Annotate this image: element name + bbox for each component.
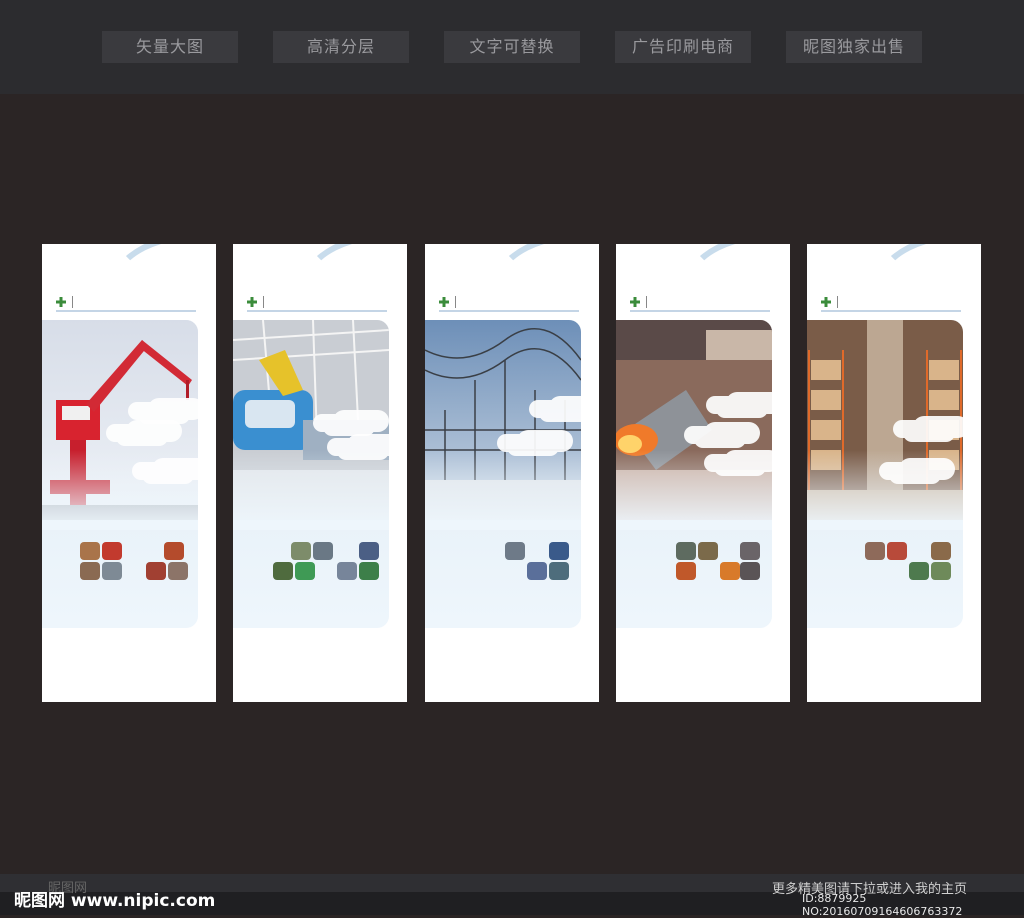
text-cloud [323,418,375,436]
text-cloud [889,466,941,484]
tag-print: 广告印刷电商 [615,31,751,63]
cross-logo-icon [439,297,449,307]
tag-layers: 高清分层 [273,31,409,63]
watermark-footer: 昵图网 昵图网 www.nipic.com 更多精美图请下拉或进入我的主页 ID… [0,874,1024,918]
photo-card [807,320,963,628]
tag-exclusive: 昵图独家出售 [786,31,922,63]
text-cloud [337,442,389,460]
cross-logo-icon [56,297,66,307]
tag-vector: 矢量大图 [102,31,238,63]
thumbnail-grid [337,542,389,588]
tag-text-editable: 文字可替换 [444,31,580,63]
photo-card [616,320,772,628]
thumbnail-grid [273,542,343,588]
photo-card [42,320,198,628]
text-cloud [903,424,955,442]
brand-logo [247,295,387,312]
photo-card [425,320,581,628]
thumbnail-grid [740,542,772,588]
top-toolbar: 矢量大图 高清分层 文字可替换 广告印刷电商 昵图独家出售 [0,0,1024,95]
banner-panel-manufacturing[interactable] [233,244,407,702]
text-cloud [539,404,581,422]
thumbnail-grid [865,542,935,588]
brand-logo [56,295,196,312]
banner-panel-port[interactable] [42,244,216,702]
text-cloud [142,466,194,484]
text-cloud [716,400,768,418]
brand-logo [630,295,770,312]
thumbnail-grid [146,542,198,588]
banner-panel-steel[interactable] [616,244,790,702]
thumbnail-grid [505,542,575,588]
text-cloud [507,438,559,456]
text-cloud [694,430,746,448]
text-cloud [138,406,190,424]
brand-logo [821,295,961,312]
site-brand: 昵图网 www.nipic.com [14,891,216,911]
banner-panel-warehouse[interactable] [807,244,981,702]
text-cloud [714,458,766,476]
brand-logo [439,295,579,312]
thumbnail-grid [676,542,746,588]
thumbnail-grid [931,542,963,588]
cross-logo-icon [821,297,831,307]
text-cloud [116,428,168,446]
cross-logo-icon [247,297,257,307]
photo-card [233,320,389,628]
thumbnail-grid [80,542,150,588]
cross-logo-icon [630,297,640,307]
banner-panel-power[interactable] [425,244,599,702]
image-id-line: ID:8879925 NO:20160709164606763372 [802,892,963,918]
